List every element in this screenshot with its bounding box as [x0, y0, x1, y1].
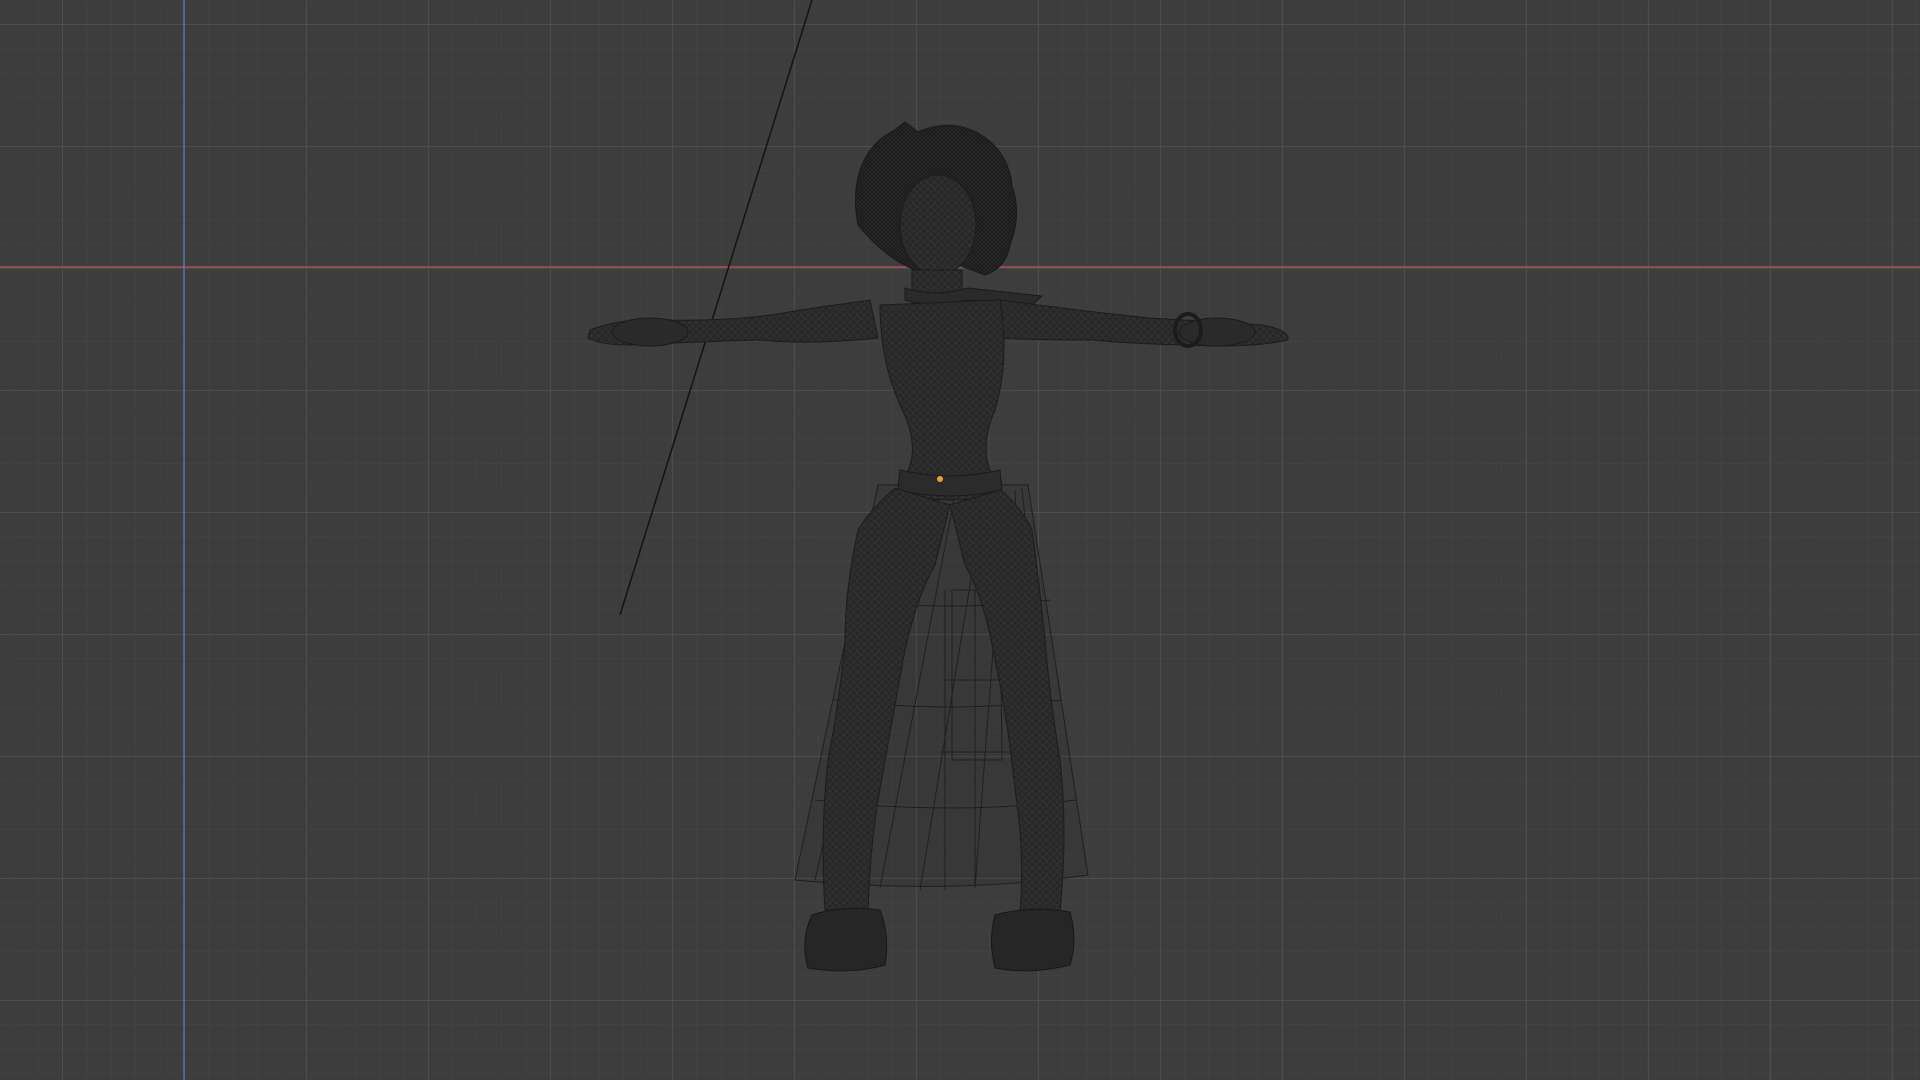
- character-mesh[interactable]: [0, 0, 1920, 1080]
- origin-dot: [937, 476, 943, 482]
- head: [899, 174, 977, 276]
- left-hand: [611, 317, 689, 347]
- right-hand: [1178, 317, 1256, 347]
- 3d-viewport[interactable]: [0, 0, 1920, 1080]
- left-shoe: [804, 907, 888, 972]
- torso: [879, 299, 1005, 501]
- right-shoe: [991, 908, 1075, 972]
